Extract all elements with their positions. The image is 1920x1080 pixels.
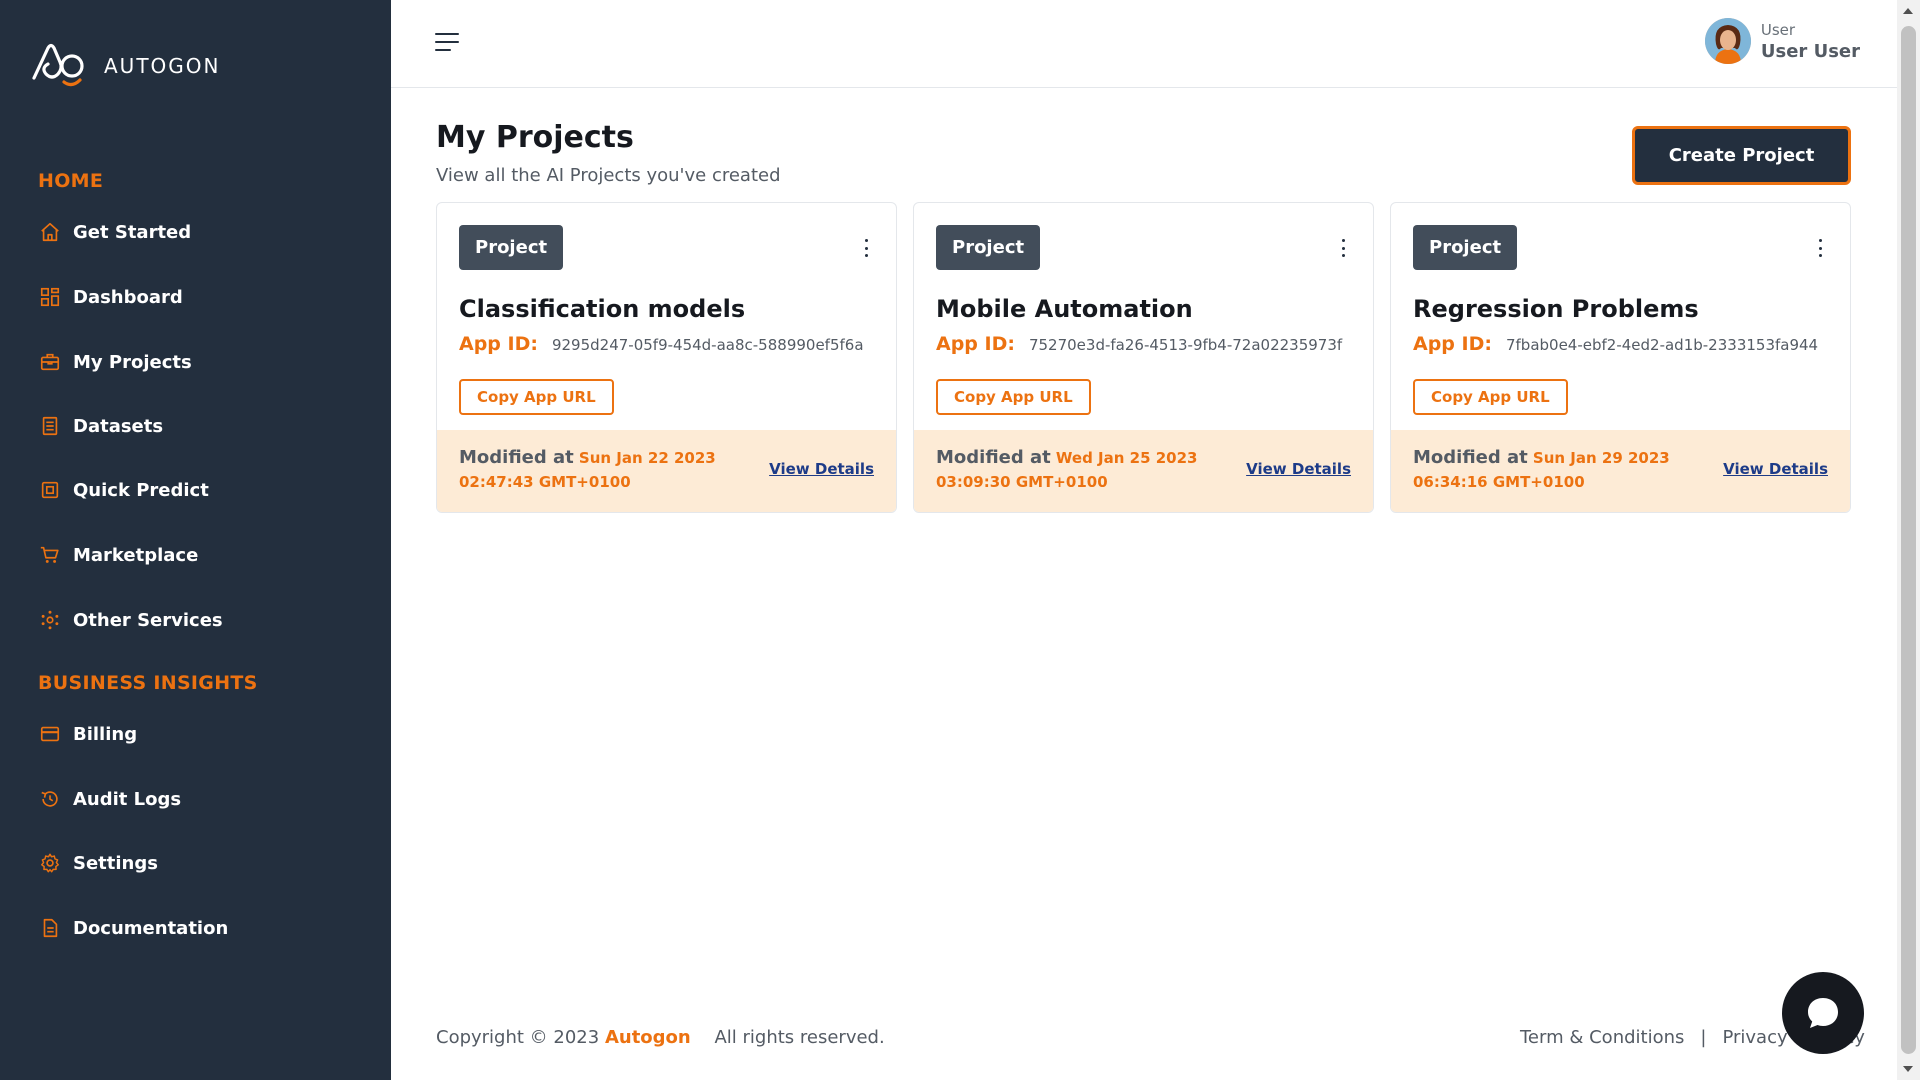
page-title: My Projects <box>436 120 634 155</box>
app-id-value: 9295d247-05f9-454d-aa8c-588990ef5f6a <box>551 336 864 354</box>
sidebar-item-marketplace[interactable]: Marketplace <box>38 535 198 575</box>
project-card: Project Regression Problems App ID: 7fba… <box>1390 202 1851 513</box>
copy-app-url-button[interactable]: Copy App URL <box>1413 379 1568 415</box>
app-id-value: 75270e3d-fa26-4513-9fb4-72a02235973f <box>1028 336 1343 354</box>
services-icon <box>38 608 62 632</box>
modified-label: Modified at <box>459 447 574 468</box>
section-title-home: HOME <box>38 170 104 192</box>
project-card: Project Mobile Automation App ID: 75270e… <box>913 202 1374 513</box>
copy-app-url-button[interactable]: Copy App URL <box>936 379 1091 415</box>
sidebar-item-billing[interactable]: Billing <box>38 714 137 754</box>
more-options-icon[interactable] <box>1816 239 1824 257</box>
scroll-up-arrow-icon[interactable] <box>1903 8 1913 14</box>
sidebar-item-dashboard[interactable]: Dashboard <box>38 277 183 317</box>
project-name: Mobile Automation <box>936 295 1193 323</box>
sidebar-item-settings[interactable]: Settings <box>38 843 158 883</box>
sidebar-item-label: Datasets <box>73 415 164 437</box>
app-id-row: App ID: 7fbab0e4-ebf2-4ed2-ad1b-2333153f… <box>1413 333 1818 355</box>
sidebar-item-quick-predict[interactable]: Quick Predict <box>38 470 209 510</box>
dashboard-grid-icon <box>38 285 62 309</box>
sidebar-item-audit-logs[interactable]: Audit Logs <box>38 779 181 819</box>
sidebar-item-datasets[interactable]: Datasets <box>38 406 163 446</box>
view-details-link[interactable]: View Details <box>1723 460 1828 478</box>
cart-icon <box>38 543 62 567</box>
brand-name: AUTOGON <box>104 54 221 78</box>
list-document-icon <box>38 414 62 438</box>
modified-info: Modified at Wed Jan 25 2023 03:09:30 GMT… <box>936 446 1246 494</box>
user-role: User <box>1760 20 1796 39</box>
sidebar-item-label: Settings <box>73 852 158 874</box>
sidebar-item-other-services[interactable]: Other Services <box>38 600 223 640</box>
project-badge: Project <box>936 225 1041 270</box>
chat-bubble-icon <box>1808 998 1838 1028</box>
cpu-icon <box>38 478 62 502</box>
modified-label: Modified at <box>936 447 1051 468</box>
create-project-button[interactable]: Create Project <box>1632 126 1851 185</box>
more-options-icon[interactable] <box>1339 239 1347 257</box>
app-id-label: App ID: <box>459 333 538 355</box>
sidebar-item-label: Marketplace <box>73 544 199 566</box>
app-id-row: App ID: 75270e3d-fa26-4513-9fb4-72a02235… <box>936 333 1342 355</box>
copyright-brand-link[interactable]: Autogon <box>605 1027 691 1048</box>
sidebar-item-label: Audit Logs <box>73 788 182 810</box>
history-icon <box>38 787 62 811</box>
sidebar-item-get-started[interactable]: Get Started <box>38 212 191 252</box>
credit-card-icon <box>38 722 62 746</box>
sidebar: AUTOGON HOME Get Started Dashboard My Pr… <box>0 0 391 1080</box>
autogon-logo[interactable]: AUTOGON <box>30 40 220 92</box>
user-name: User User <box>1760 40 1860 62</box>
more-options-icon[interactable] <box>862 239 870 257</box>
chat-widget-button[interactable] <box>1782 972 1864 1054</box>
scroll-down-arrow-icon[interactable] <box>1903 1066 1913 1072</box>
sidebar-item-documentation[interactable]: Documentation <box>38 908 228 948</box>
scrollbar-thumb[interactable] <box>1901 26 1916 1054</box>
card-footer: Modified at Sun Jan 22 2023 02:47:43 GMT… <box>437 430 896 512</box>
modified-label: Modified at <box>1413 447 1528 468</box>
hamburger-menu-icon[interactable] <box>433 30 463 56</box>
card-footer: Modified at Wed Jan 25 2023 03:09:30 GMT… <box>914 430 1373 512</box>
page-scrollbar[interactable] <box>1897 0 1920 1080</box>
briefcase-icon <box>38 350 62 374</box>
user-profile[interactable]: User User User <box>1704 18 1860 64</box>
view-details-link[interactable]: View Details <box>769 460 874 478</box>
home-icon <box>38 220 62 244</box>
sidebar-item-label: Get Started <box>73 221 192 243</box>
app-id-row: App ID: 9295d247-05f9-454d-aa8c-588990ef… <box>459 333 864 355</box>
copyright-prefix: Copyright © 2023 <box>436 1027 600 1048</box>
document-icon <box>38 916 62 940</box>
app-id-label: App ID: <box>1413 333 1492 355</box>
copy-app-url-button[interactable]: Copy App URL <box>459 379 614 415</box>
sidebar-item-my-projects[interactable]: My Projects <box>38 342 192 382</box>
card-footer: Modified at Sun Jan 29 2023 06:34:16 GMT… <box>1391 430 1850 512</box>
app-id-value: 7fbab0e4-ebf2-4ed2-ad1b-2333153fa944 <box>1505 336 1819 354</box>
project-name: Regression Problems <box>1413 295 1699 323</box>
project-card: Project Classification models App ID: 92… <box>436 202 897 513</box>
app-id-label: App ID: <box>936 333 1015 355</box>
view-details-link[interactable]: View Details <box>1246 460 1351 478</box>
copyright: Copyright © 2023 Autogon All rights rese… <box>436 1027 885 1048</box>
top-bar: User User User <box>391 0 1897 88</box>
page-subtitle: View all the AI Projects you've created <box>436 165 781 186</box>
sidebar-item-label: Documentation <box>73 917 229 939</box>
terms-link[interactable]: Term & Conditions <box>1520 1027 1684 1048</box>
sidebar-item-label: My Projects <box>73 351 192 373</box>
section-title-business-insights: BUSINESS INSIGHTS <box>38 672 258 694</box>
rights-text: All rights reserved. <box>714 1027 885 1048</box>
sidebar-item-label: Dashboard <box>73 286 183 308</box>
autogon-logo-icon <box>32 43 84 87</box>
sidebar-item-label: Billing <box>73 723 138 745</box>
gear-icon <box>38 851 62 875</box>
sidebar-item-label: Quick Predict <box>73 479 209 501</box>
modified-info: Modified at Sun Jan 22 2023 02:47:43 GMT… <box>459 446 769 494</box>
footer-separator: | <box>1700 1027 1707 1048</box>
project-badge: Project <box>1413 225 1518 270</box>
modified-info: Modified at Sun Jan 29 2023 06:34:16 GMT… <box>1413 446 1723 494</box>
project-name: Classification models <box>459 295 746 323</box>
sidebar-item-label: Other Services <box>73 609 223 631</box>
avatar <box>1704 18 1751 64</box>
project-badge: Project <box>459 225 564 270</box>
